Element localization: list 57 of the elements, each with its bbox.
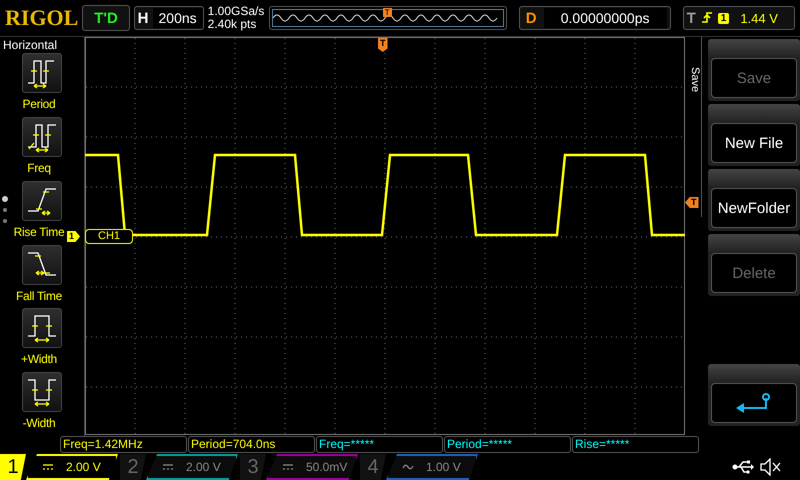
measurement-readout: Freq=***** (316, 436, 443, 453)
trigger-level: 1.44 V (740, 10, 778, 26)
measure-label: Rise Time (14, 224, 64, 239)
delay-value: 0.00000000ps (544, 8, 667, 28)
trigger-level-marker[interactable]: T (685, 197, 698, 208)
measure-button[interactable] (22, 180, 62, 221)
channel-scale-panel[interactable]: 2.00 V (26, 454, 118, 480)
measure-button[interactable] (22, 244, 62, 285)
measure-label: +Width (21, 352, 57, 366)
rising-edge-icon (700, 10, 713, 26)
sample-rate: 1.00GSa/s (208, 5, 265, 18)
channel-scale: 1.00 V (426, 460, 461, 474)
channel-label: CH1 (85, 229, 134, 244)
measurement-readout: Period=***** (444, 436, 571, 453)
page-indicator-icon (1, 195, 9, 225)
timebase-value: 200ns (152, 8, 203, 28)
dc-coupling-icon (162, 463, 174, 471)
usb-icon (732, 460, 754, 474)
timebase-label: H (138, 10, 149, 26)
trigger-source-badge: 1 (718, 12, 730, 24)
logo: RIGOL (5, 5, 78, 31)
menu-button[interactable]: New File (711, 123, 797, 163)
dc-coupling-icon (42, 463, 54, 471)
measure-button[interactable] (22, 308, 62, 348)
trigger-position-marker: T (382, 8, 392, 17)
measure-label: Period (22, 97, 56, 112)
delay-label: D (524, 10, 538, 26)
measure-button[interactable] (22, 117, 62, 158)
channel-scale: 50.0mV (306, 460, 348, 474)
back-button[interactable] (711, 383, 797, 423)
sidebar-title: Horizontal (2, 37, 58, 54)
trigger-position-marker[interactable]: T (378, 38, 388, 52)
channel-offset-marker[interactable]: 1 (67, 231, 80, 242)
delay-display[interactable]: D 0.00000000ps (518, 6, 671, 30)
memory-depth: 2.40k pts (208, 18, 258, 31)
measure-button[interactable] (22, 53, 62, 94)
channel-tab[interactable]: 1 (0, 454, 26, 480)
run-status: T'D (82, 5, 130, 31)
measurement-readout: Freq=1.42MHz (60, 436, 187, 453)
measurement-readout: Period=704.0ns (188, 436, 315, 453)
measure-label: Fall Time (16, 288, 62, 303)
ac-coupling-icon (402, 463, 414, 471)
measure-button[interactable] (22, 372, 62, 412)
channel-scale-panel[interactable]: 1.00 V (386, 454, 478, 480)
channel-scale: 2.00 V (186, 460, 221, 474)
trigger-label: T (686, 10, 696, 26)
measure-label: Freq (27, 161, 51, 176)
measurement-readout: Rise=***** (572, 436, 699, 453)
menu-button[interactable]: NewFolder (711, 188, 797, 228)
speaker-muted-icon (760, 458, 782, 476)
timebase-display[interactable]: H 200ns (134, 6, 204, 30)
measure-label: -Width (22, 416, 56, 430)
dc-coupling-icon (282, 463, 294, 471)
channel-scale: 2.00 V (66, 460, 101, 474)
channel-scale-panel[interactable]: 2.00 V (146, 454, 238, 480)
trigger-display[interactable]: T 1 1.44 V (682, 6, 795, 30)
channel-scale-panel[interactable]: 50.0mV (266, 454, 358, 480)
